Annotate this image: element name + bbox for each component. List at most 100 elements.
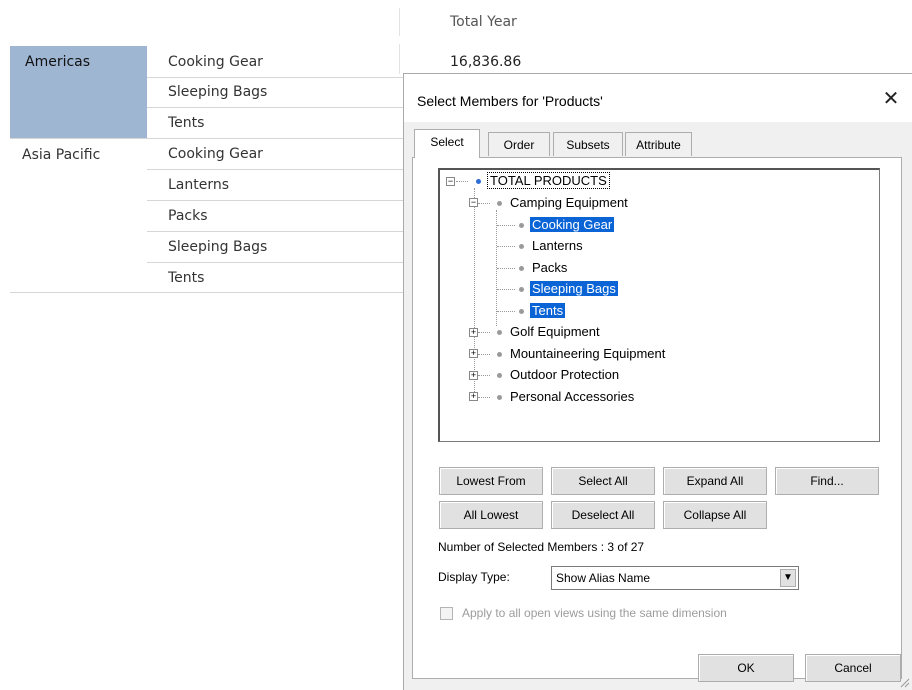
tab-label: Attribute	[636, 138, 681, 152]
deselect-all-button[interactable]: Deselect All	[551, 501, 655, 529]
tab-attribute[interactable]: Attribute	[625, 132, 692, 156]
row-divider	[147, 262, 403, 263]
selected-count: Number of Selected Members : 3 of 27	[438, 540, 645, 554]
row-divider	[147, 231, 403, 232]
expand-icon[interactable]: +	[469, 392, 478, 401]
tree-node-total-products[interactable]: TOTAL PRODUCTS	[476, 171, 610, 191]
all-lowest-button[interactable]: All Lowest	[439, 501, 543, 529]
tab-order[interactable]: Order	[488, 132, 550, 156]
tree-node-golf-equipment[interactable]: Golf Equipment	[497, 322, 602, 342]
tab-label: Subsets	[566, 138, 610, 152]
button-label: Select All	[578, 474, 628, 488]
member-dot-icon	[519, 309, 524, 315]
row-label[interactable]: Cooking Gear	[168, 54, 263, 70]
tree-connector	[497, 246, 515, 247]
dialog-title: Select Members for 'Products'	[417, 93, 603, 109]
close-icon[interactable]: ✕	[876, 84, 906, 114]
ok-button[interactable]: OK	[698, 654, 794, 682]
tree-node-cooking-gear[interactable]: Cooking Gear	[519, 215, 615, 235]
tree-node-label: Lanterns	[532, 238, 583, 253]
tab-label: Order	[503, 138, 535, 152]
tree-node-camping-equipment[interactable]: Camping Equipment	[497, 193, 630, 213]
dialog-titlebar[interactable]: Select Members for 'Products' ✕	[404, 74, 912, 122]
tab-subsets[interactable]: Subsets	[553, 132, 623, 156]
row-label[interactable]: Packs	[168, 208, 208, 224]
column-divider	[399, 44, 400, 74]
member-dot-icon	[519, 223, 524, 229]
tree-node-label: Personal Accessories	[510, 389, 635, 404]
row-label[interactable]: Tents	[168, 115, 204, 131]
find-button[interactable]: Find...	[775, 467, 879, 495]
row-label[interactable]: Tents	[168, 270, 204, 286]
tab-label: Select	[430, 135, 464, 149]
tree-node-label: Golf Equipment	[510, 324, 600, 339]
tree-connector	[497, 268, 515, 269]
column-divider	[399, 8, 400, 36]
row-divider	[147, 77, 403, 78]
lowest-from-button[interactable]: Lowest From	[439, 467, 543, 495]
display-type-select[interactable]: Show Alias Name ▼	[551, 566, 799, 590]
button-label: Deselect All	[571, 508, 635, 522]
cancel-button[interactable]: Cancel	[805, 654, 901, 682]
button-label: Find...	[810, 474, 844, 488]
member-dot-icon	[497, 330, 502, 336]
button-label: All Lowest	[463, 508, 519, 522]
row-divider	[10, 138, 403, 139]
row-label[interactable]: Sleeping Bags	[168, 239, 267, 255]
display-type-label: Display Type:	[438, 570, 510, 584]
member-dot-icon	[497, 352, 502, 358]
row-label[interactable]: Sleeping Bags	[168, 84, 267, 100]
tree-node-label: Cooking Gear	[530, 217, 615, 232]
tree-node-packs[interactable]: Packs	[519, 258, 569, 278]
member-dot-icon	[476, 179, 481, 185]
region-label-americas[interactable]: Americas	[25, 54, 90, 70]
tree-connector	[497, 311, 515, 312]
tree-connector	[478, 354, 490, 355]
select-all-button[interactable]: Select All	[551, 467, 655, 495]
row-label[interactable]: Lanterns	[168, 177, 229, 193]
row-divider	[147, 200, 403, 201]
column-header-total-year: Total Year	[450, 14, 517, 30]
expand-icon[interactable]: +	[469, 328, 478, 337]
member-tree[interactable]: − − + + + + TOTAL PRODUCTS Camping Equip…	[438, 168, 880, 442]
member-dot-icon	[519, 266, 524, 272]
tab-select[interactable]: Select	[414, 129, 480, 158]
tree-connector	[478, 332, 490, 333]
collapse-icon[interactable]: −	[446, 177, 455, 186]
tree-node-sleeping-bags[interactable]: Sleeping Bags	[519, 279, 618, 299]
tree-node-mountaineering-equipment[interactable]: Mountaineering Equipment	[497, 344, 667, 364]
dropdown-arrow-icon[interactable]: ▼	[780, 569, 796, 587]
expand-icon[interactable]: +	[469, 371, 478, 380]
tree-node-label: Camping Equipment	[510, 195, 628, 210]
apply-all-checkbox[interactable]	[440, 607, 453, 620]
region-label-asia-pacific[interactable]: Asia Pacific	[22, 147, 100, 163]
button-label: Expand All	[686, 474, 744, 488]
collapse-icon[interactable]: −	[469, 198, 478, 207]
tree-node-personal-accessories[interactable]: Personal Accessories	[497, 387, 636, 407]
tree-node-outdoor-protection[interactable]: Outdoor Protection	[497, 365, 621, 385]
row-label[interactable]: Cooking Gear	[168, 146, 263, 162]
tree-node-label: Sleeping Bags	[530, 281, 618, 296]
tree-node-label: TOTAL PRODUCTS	[487, 172, 610, 189]
row-divider	[147, 169, 403, 170]
tree-node-label: Outdoor Protection	[510, 367, 620, 382]
value-cell[interactable]: 16,836.86	[450, 54, 521, 70]
tree-node-label: Mountaineering Equipment	[510, 346, 666, 361]
expand-all-button[interactable]: Expand All	[663, 467, 767, 495]
tree-connector	[497, 225, 515, 226]
tree-connector	[478, 203, 490, 204]
button-label: Lowest From	[456, 474, 526, 488]
member-dot-icon	[497, 201, 502, 207]
collapse-all-button[interactable]: Collapse All	[663, 501, 767, 529]
resize-grip-icon[interactable]	[898, 676, 910, 688]
button-label: Cancel	[834, 661, 872, 675]
tree-node-lanterns[interactable]: Lanterns	[519, 236, 585, 256]
member-dot-icon	[497, 395, 502, 401]
expand-icon[interactable]: +	[469, 349, 478, 358]
tree-node-label: Packs	[532, 260, 568, 275]
row-divider	[147, 107, 403, 108]
select-members-dialog: Select Members for 'Products' ✕ Select O…	[403, 73, 912, 690]
tree-connector	[478, 397, 490, 398]
tree-node-tents[interactable]: Tents	[519, 301, 566, 321]
tree-node-label: Tents	[530, 303, 566, 318]
